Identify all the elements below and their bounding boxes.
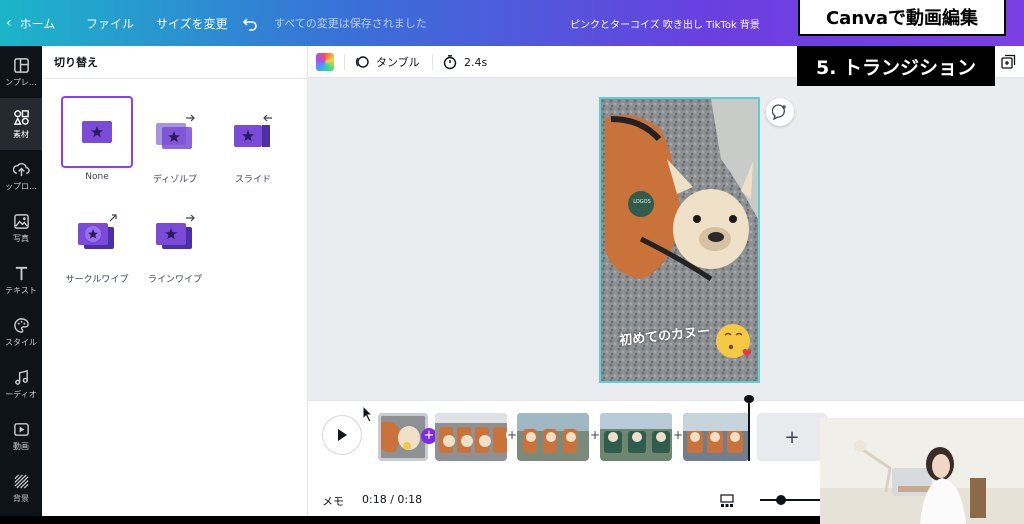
transition-label: スライド	[234, 175, 271, 185]
clip-thumbnail	[381, 416, 425, 458]
tumble-label: タンブル	[376, 56, 420, 69]
design-canvas: LOGOS 初めてのカヌー	[308, 78, 1024, 400]
file-menu[interactable]: ファイル	[86, 0, 134, 46]
rail-label-video: 動画	[13, 441, 29, 451]
grid-view-button[interactable]	[720, 493, 734, 512]
transition-dissolve-thumb	[139, 96, 211, 168]
left-rail: ンプレ… 素材 ップロ… 写真 テキスト スタイル ーディオ 動画 背景	[0, 46, 42, 516]
rail-item-elements[interactable]: 素材	[0, 98, 42, 150]
upload-icon	[12, 162, 30, 176]
add-page-icon	[1001, 54, 1016, 69]
panel-divider	[42, 78, 308, 79]
rail-label-photos: 写真	[13, 233, 29, 243]
video-title-overlay: Canvaで動画編集	[798, 0, 1006, 36]
transition-slide[interactable]: スライド	[215, 96, 291, 186]
transition-none-thumb	[61, 96, 133, 168]
transition-circle-wipe-thumb	[61, 196, 133, 268]
palette-icon	[13, 317, 29, 333]
rail-item-photos[interactable]: 写真	[0, 202, 42, 254]
clip-thumbnail	[517, 413, 589, 461]
clip-thumbnail	[683, 413, 749, 461]
home-label: ホーム	[19, 16, 56, 31]
transition-label: ラインワイプ	[147, 275, 202, 285]
photo-icon	[13, 213, 29, 229]
transition-slide-thumb	[217, 96, 289, 168]
time-readout: 0:18 / 0:18	[362, 493, 423, 506]
rail-label-elements: 素材	[13, 129, 29, 139]
rail-item-audio[interactable]: ーディオ	[0, 358, 42, 410]
video-icon	[13, 422, 29, 436]
text-icon	[15, 266, 27, 280]
resize-button[interactable]: サイズを変更	[156, 0, 228, 46]
presenter-video	[820, 418, 1024, 524]
playhead[interactable]	[748, 397, 750, 461]
circle-wipe-icon	[78, 214, 117, 249]
add-page-button[interactable]: +	[757, 413, 827, 461]
color-swatch-icon	[316, 53, 334, 71]
transition-line-wipe-thumb	[139, 196, 211, 268]
elements-icon	[13, 109, 29, 125]
undo-icon	[242, 18, 257, 31]
transition-dissolve[interactable]: ディゾルブ	[137, 96, 213, 186]
star-card-icon	[82, 121, 112, 143]
panel-title: 切り替え	[54, 56, 98, 69]
duration-label: 2.4s	[464, 55, 488, 69]
transition-circle-wipe[interactable]: サークルワイプ	[59, 196, 135, 286]
grid-view-icon	[720, 494, 734, 507]
transitions-panel: 切り替え None ディゾルブ スライド サークルワイプ ラインワイプ	[42, 46, 308, 516]
rail-label-background: 背景	[13, 493, 29, 503]
save-status: すべての変更は保存されました	[274, 17, 427, 30]
video-page[interactable]: LOGOS 初めてのカヌー	[599, 97, 760, 383]
rail-item-styles[interactable]: スタイル	[0, 306, 42, 358]
slide-icon	[234, 114, 272, 147]
rail-item-video[interactable]: 動画	[0, 410, 42, 462]
undo-button[interactable]	[242, 0, 258, 46]
dissolve-icon	[156, 114, 195, 149]
color-button[interactable]	[316, 46, 334, 78]
rail-item-text[interactable]: テキスト	[0, 254, 42, 306]
rail-label-audio: ーディオ	[5, 389, 37, 399]
toolbar-divider	[432, 54, 433, 70]
notes-button[interactable]: メモ	[322, 493, 344, 509]
tumble-button[interactable]: タンブル	[354, 46, 420, 78]
transition-none[interactable]: None	[59, 96, 135, 186]
rail-item-background[interactable]: 背景	[0, 462, 42, 514]
timeline-clip[interactable]	[683, 413, 749, 461]
zoom-slider-handle[interactable]	[776, 495, 786, 505]
animate-icon	[355, 56, 369, 68]
transition-line-wipe[interactable]: ラインワイプ	[137, 196, 213, 286]
timer-icon	[443, 55, 457, 70]
toolbar-divider	[344, 54, 345, 70]
rail-item-templates[interactable]: ンプレ…	[0, 46, 42, 98]
line-wipe-icon	[156, 214, 195, 249]
rail-item-upload[interactable]: ップロ…	[0, 150, 42, 202]
music-icon	[14, 369, 28, 385]
presenter-webcam	[820, 418, 1024, 524]
mouse-cursor-icon	[362, 404, 374, 427]
play-button[interactable]	[322, 415, 362, 455]
clip-thumbnail	[435, 413, 507, 461]
rail-label-templates: ンプレ…	[5, 77, 37, 87]
zoom-slider[interactable]	[760, 499, 820, 501]
chevron-left-icon: ‹	[6, 15, 12, 31]
duplicate-page-button[interactable]	[1000, 46, 1016, 78]
clip-thumbnail	[600, 413, 672, 461]
home-button[interactable]: ‹ ホーム	[6, 0, 55, 46]
playhead-handle[interactable]	[744, 395, 754, 403]
comment-add-icon	[772, 104, 786, 120]
timeline-clip[interactable]	[435, 413, 507, 461]
duration-button[interactable]: 2.4s	[442, 46, 487, 78]
document-title[interactable]: ピンクとターコイズ 吹き出し TikTok 背景	[570, 0, 760, 46]
comment-button[interactable]	[766, 98, 794, 126]
templates-icon	[13, 57, 29, 73]
background-icon	[13, 473, 29, 489]
play-icon	[338, 429, 347, 441]
timeline-clip[interactable]	[517, 413, 589, 461]
rail-label-styles: スタイル	[5, 337, 37, 347]
patch-text: LOGOS	[633, 199, 651, 205]
timeline-clip[interactable]	[600, 413, 672, 461]
rail-label-text: テキスト	[5, 285, 37, 295]
chapter-overlay: 5. トランジション	[797, 46, 995, 86]
rail-label-upload: ップロ…	[5, 181, 37, 191]
